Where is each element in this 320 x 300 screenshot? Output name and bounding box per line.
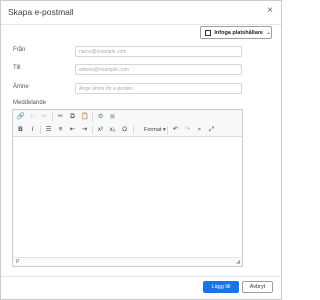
image-icon[interactable]: ▣: [108, 113, 117, 121]
dialog-footer: [1, 276, 281, 299]
editor-statusbar: P ◢: [13, 257, 242, 266]
bold-icon[interactable]: B: [16, 126, 25, 134]
subject-field[interactable]: Ange ämne för e-posten: [75, 83, 242, 94]
toolbar-separator: [167, 126, 168, 134]
editor-content-area[interactable]: [13, 138, 242, 258]
chevron-down-icon: ⌄: [265, 30, 271, 36]
insert-placeholder-button[interactable]: Infoga platshållare ⌄: [200, 26, 272, 39]
cancel-button[interactable]: Avbryt: [242, 281, 273, 293]
format-label: Format: [144, 127, 162, 133]
toolbar-separator: [40, 126, 41, 134]
close-icon[interactable]: ×: [267, 6, 273, 16]
cut-icon[interactable]: ✂: [56, 113, 65, 121]
redo-icon[interactable]: ↷: [183, 126, 192, 134]
paste-icon[interactable]: 📋: [80, 113, 89, 121]
toolbar-separator: [92, 126, 93, 134]
subject-label: Ämne: [13, 84, 29, 90]
dialog-header: Skapa e-postmall ×: [1, 1, 281, 25]
anchor-icon[interactable]: ⚐: [28, 113, 37, 121]
numbered-list-icon[interactable]: ≡: [56, 126, 65, 134]
settings-icon[interactable]: ⚙: [96, 113, 105, 121]
toolbar-separator: [52, 113, 53, 121]
dialog-title: Skapa e-postmall: [8, 7, 74, 17]
outdent-icon[interactable]: ⇤: [68, 126, 77, 134]
add-button[interactable]: Lägg till: [203, 281, 239, 293]
format-dropdown[interactable]: Format ▾: [144, 127, 166, 133]
indent-icon[interactable]: ⇥: [80, 126, 89, 134]
copy-icon[interactable]: ⧉: [68, 113, 77, 121]
bullet-list-icon[interactable]: ☰: [44, 126, 53, 134]
to-label: Till: [13, 65, 21, 71]
italic-icon[interactable]: I: [28, 126, 37, 134]
find-icon[interactable]: ⌕: [195, 126, 204, 134]
message-label: Meddelande: [13, 100, 47, 106]
placeholder-box-icon: [205, 29, 212, 36]
superscript-icon[interactable]: x²: [96, 126, 105, 134]
subscript-icon[interactable]: x₂: [108, 126, 117, 134]
maximize-icon[interactable]: ⤢: [207, 126, 216, 134]
element-path[interactable]: P: [16, 259, 19, 265]
unlink-icon[interactable]: ✂: [40, 113, 49, 121]
insert-placeholder-label: Infoga platshållare: [214, 29, 263, 36]
special-character-icon[interactable]: Ω: [120, 126, 129, 134]
message-editor: 🔗 ⚐ ✂ ✂ ⧉ 📋 ⚙ ▣ B I ☰ ≡ ⇤ ⇥ x² x₂ Ω Form…: [12, 109, 243, 267]
resize-grip-icon[interactable]: ◢: [236, 259, 240, 265]
editor-toolbar: 🔗 ⚐ ✂ ✂ ⧉ 📋 ⚙ ▣ B I ☰ ≡ ⇤ ⇥ x² x₂ Ω Form…: [13, 110, 242, 137]
email-template-dialog: Skapa e-postmall × Infoga platshållare ⌄…: [0, 0, 282, 300]
toolbar-separator: [92, 113, 93, 121]
undo-icon[interactable]: ↶: [171, 126, 180, 134]
from-field[interactable]: namn@example.com: [75, 46, 242, 57]
link-icon[interactable]: 🔗: [16, 113, 25, 121]
toolbar-separator: [133, 126, 134, 134]
from-label: Från: [13, 47, 26, 53]
to-field[interactable]: adress@example.com: [75, 64, 242, 75]
